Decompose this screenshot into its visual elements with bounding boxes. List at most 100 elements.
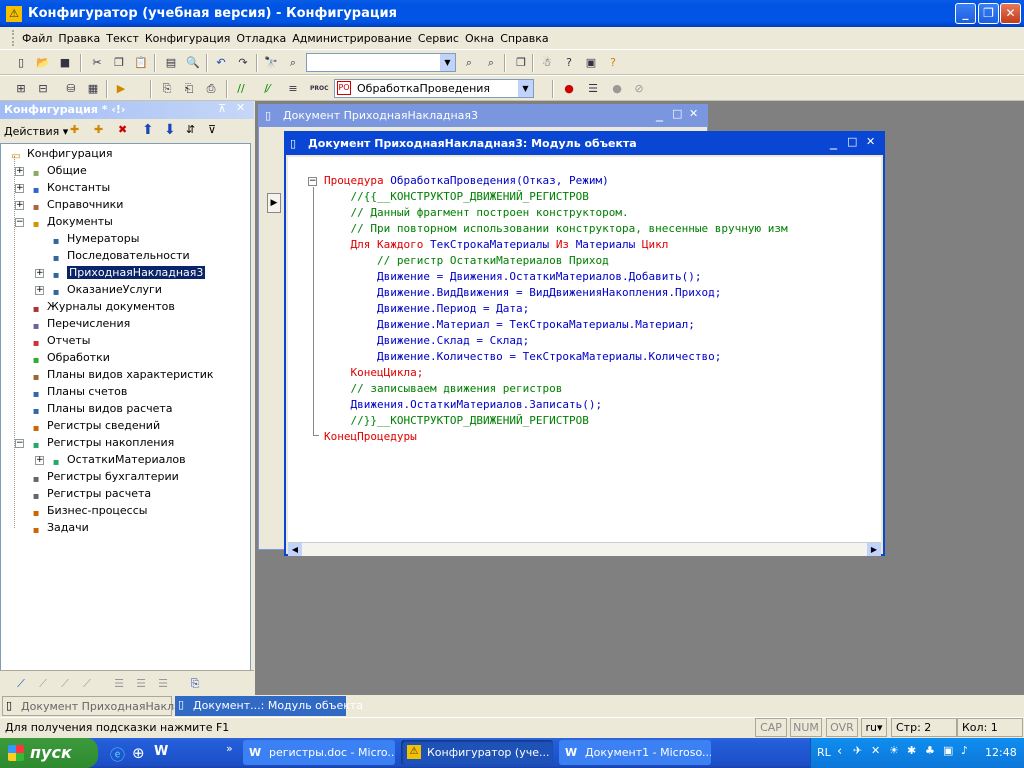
module-close-icon[interactable]: ✕ bbox=[866, 135, 875, 148]
tree-item[interactable]: ▪ Бизнес-процессы bbox=[29, 503, 148, 519]
status-lang[interactable]: ru▾ bbox=[861, 718, 887, 737]
doc-close-icon[interactable]: ✕ bbox=[689, 107, 698, 120]
tray-icon-4[interactable]: ✱ bbox=[907, 744, 916, 757]
menu-item-5[interactable]: Администрирование bbox=[289, 32, 415, 45]
menu-item-4[interactable]: Отладка bbox=[233, 32, 289, 45]
context-help-icon[interactable]: ? bbox=[604, 54, 622, 71]
tray-lang[interactable]: RL bbox=[817, 746, 831, 759]
tree-item[interactable]: ▪ Регистры бухгалтерии bbox=[29, 469, 179, 485]
tray-icon-5[interactable]: ♣ bbox=[925, 744, 935, 757]
tray-icon-1[interactable]: ✈ bbox=[853, 744, 862, 757]
find-icon[interactable]: 🔭 bbox=[262, 54, 280, 71]
code-line[interactable]: Движение.Материал = ТекСтрокаМатериалы.М… bbox=[324, 317, 695, 333]
menu-item-7[interactable]: Окна bbox=[462, 32, 497, 45]
open-icon[interactable]: 📂 bbox=[34, 54, 52, 71]
tree-item[interactable]: ▪ Обработки bbox=[29, 350, 110, 366]
restore-button[interactable]: ❐ bbox=[978, 3, 999, 24]
tree-item[interactable]: ▪ ПриходнаяНакладная3 bbox=[49, 265, 206, 281]
bottom-tool-3-icon[interactable]: ⟋ bbox=[56, 675, 74, 692]
copy-icon[interactable]: ❐ bbox=[110, 54, 128, 71]
save-icon[interactable]: ■ bbox=[56, 54, 74, 71]
bottom-tool-1-icon[interactable]: ⟋ bbox=[12, 675, 30, 692]
search-combo[interactable]: ▼ bbox=[306, 53, 456, 72]
undo-icon[interactable]: ↶ bbox=[212, 54, 230, 71]
code-line[interactable]: // Данный фрагмент построен конструкторо… bbox=[324, 205, 628, 221]
find-prev-icon[interactable]: ⌕ bbox=[482, 54, 500, 71]
tree-expander[interactable]: + bbox=[35, 286, 44, 295]
bottom-tool-4-icon[interactable]: ⟋ bbox=[78, 675, 96, 692]
taskbar-task-configurator[interactable]: ⚠ Конфигуратор (уче... bbox=[401, 740, 553, 765]
bottom-tool-6-icon[interactable]: ☰ bbox=[132, 675, 150, 692]
run-icon[interactable]: ▶ bbox=[112, 80, 130, 97]
move-up-icon[interactable]: ⬆ bbox=[142, 122, 154, 138]
tree-item[interactable]: ▪ Отчеты bbox=[29, 333, 91, 349]
code-line[interactable]: Движение = Движения.ОстаткиМатериалов.До… bbox=[324, 269, 702, 285]
menu-item-1[interactable]: Правка bbox=[55, 32, 103, 45]
code-line[interactable]: Процедура ОбработкаПроведения(Отказ, Реж… bbox=[324, 173, 609, 189]
window-tab-module[interactable]: ▯ Документ...: Модуль объекта bbox=[175, 696, 363, 716]
clear-bp-icon[interactable]: ⊘ bbox=[630, 80, 648, 97]
tree-expander[interactable]: + bbox=[35, 456, 44, 465]
horizontal-scrollbar[interactable]: ◀ ▶ bbox=[288, 542, 881, 556]
code-line[interactable]: Движения.ОстаткиМатериалов.Записать(); bbox=[324, 397, 602, 413]
sort-icon[interactable]: ⇵ bbox=[186, 123, 195, 136]
properties-icon[interactable]: ▦ bbox=[84, 80, 102, 97]
app-icon[interactable]: ⚠ bbox=[6, 6, 22, 22]
code-line[interactable]: Движение.Склад = Склад; bbox=[324, 333, 529, 349]
word-quick-icon[interactable]: W bbox=[154, 744, 168, 759]
format-icon[interactable]: ≡ bbox=[284, 80, 302, 97]
doc-minimize-icon[interactable]: _ bbox=[656, 106, 663, 122]
bottom-tool-8-icon[interactable]: ⎘ bbox=[186, 675, 204, 692]
tree-item[interactable]: ▪ Справочники bbox=[29, 197, 124, 213]
tree-item[interactable]: ▪ ОказаниеУслуги bbox=[49, 282, 162, 298]
add-child-icon[interactable]: ✚ bbox=[94, 123, 103, 136]
module-icon-c[interactable]: ⎙ bbox=[202, 80, 220, 97]
comment-icon[interactable]: // bbox=[232, 80, 250, 97]
dropdown-arrow-icon[interactable]: ▼ bbox=[518, 80, 533, 97]
paste-icon[interactable]: 📋 bbox=[132, 54, 150, 71]
tray-icon-2[interactable]: ✕ bbox=[871, 744, 880, 757]
code-line[interactable]: Движение.Период = Дата; bbox=[324, 301, 529, 317]
syntax-help-icon[interactable]: ▣ bbox=[582, 54, 600, 71]
tree-expander[interactable]: + bbox=[35, 269, 44, 278]
tree-item[interactable]: ▪ Планы видов расчета bbox=[29, 401, 173, 417]
taskbar-task-word-doc1[interactable]: W Документ1 - Microso... bbox=[559, 740, 711, 765]
tree-expander[interactable]: − bbox=[15, 218, 24, 227]
code-line[interactable]: // При повторном использовании конструкт… bbox=[324, 221, 787, 237]
tree-item[interactable]: ▪ Константы bbox=[29, 180, 111, 196]
redo-icon[interactable]: ↷ bbox=[234, 54, 252, 71]
uncomment-icon[interactable]: /⁄ bbox=[258, 80, 276, 97]
scroll-left-icon[interactable]: ◀ bbox=[288, 543, 302, 556]
code-line[interactable]: КонецЦикла; bbox=[324, 365, 423, 381]
bottom-tool-5-icon[interactable]: ☰ bbox=[110, 675, 128, 692]
tree-item[interactable]: ▪ Журналы документов bbox=[29, 299, 175, 315]
move-down-icon[interactable]: ⬇ bbox=[164, 122, 176, 138]
code-line[interactable]: // регистр ОстаткиМатериалов Приход bbox=[324, 253, 609, 269]
config-save-icon[interactable]: ⊟ bbox=[34, 80, 52, 97]
close-button[interactable]: ✕ bbox=[1000, 3, 1021, 24]
pin-icon[interactable]: ⊼ bbox=[218, 102, 226, 115]
tree-item[interactable]: ▪ Нумераторы bbox=[49, 231, 140, 247]
tree-item[interactable]: ▪ Последовательности bbox=[49, 248, 190, 264]
tree-item[interactable]: ▪ Перечисления bbox=[29, 316, 131, 332]
code-line[interactable]: Движение.Количество = ТекСтрокаМатериалы… bbox=[324, 349, 721, 365]
quick-launch-more-icon[interactable]: » bbox=[226, 742, 233, 755]
disable-bp-icon[interactable]: ● bbox=[608, 80, 626, 97]
tree-expander[interactable]: + bbox=[15, 201, 24, 210]
code-line[interactable]: // записываем движения регистров bbox=[324, 381, 562, 397]
procedures-list-icon[interactable]: PROC bbox=[310, 80, 329, 97]
tree-expander[interactable]: + bbox=[15, 167, 24, 176]
tree-item[interactable]: ▪ Регистры расчета bbox=[29, 486, 152, 502]
actions-menu[interactable]: Действия ▾ bbox=[4, 125, 68, 138]
db-update-icon[interactable]: ⛁ bbox=[62, 80, 80, 97]
new-icon[interactable]: ▯ bbox=[12, 54, 30, 71]
module-icon-b[interactable]: ⎗ bbox=[180, 80, 198, 97]
tray-icon-6[interactable]: ▣ bbox=[943, 744, 953, 757]
module-minimize-icon[interactable]: _ bbox=[830, 134, 837, 150]
tree-expander[interactable]: − bbox=[15, 439, 24, 448]
tree-item[interactable]: ▪ Общие bbox=[29, 163, 87, 179]
menu-item-6[interactable]: Сервис bbox=[415, 32, 462, 45]
module-icon-a[interactable]: ⎘ bbox=[158, 80, 176, 97]
tree-item[interactable]: ▪ Регистры накопления bbox=[29, 435, 175, 451]
taskbar-task-word-registers[interactable]: W регистры.doc - Micro... bbox=[243, 740, 395, 765]
